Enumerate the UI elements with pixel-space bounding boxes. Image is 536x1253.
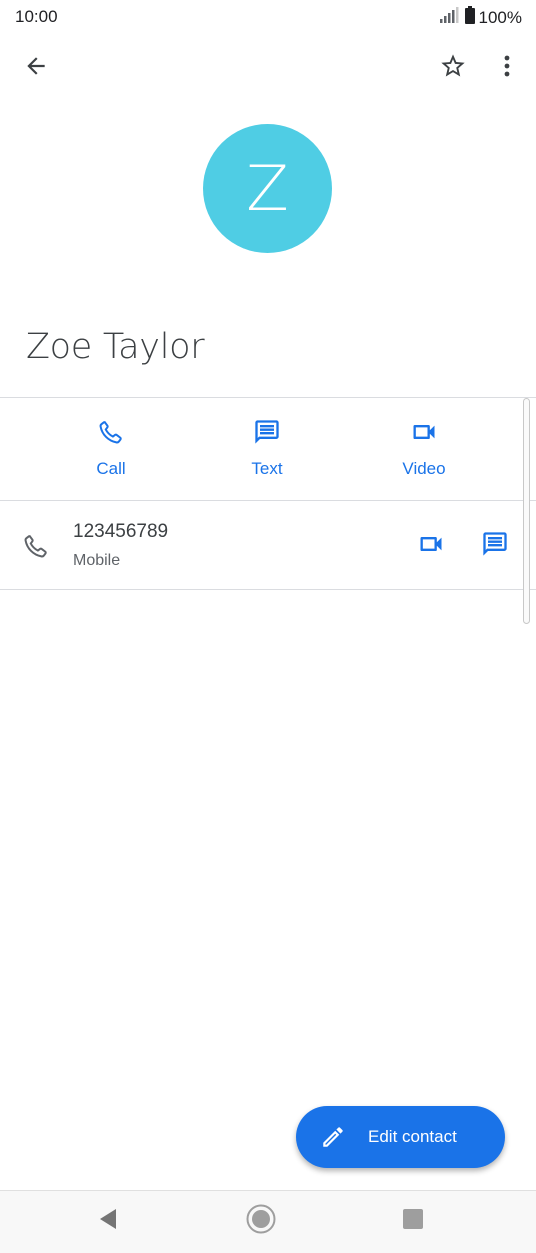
more-options-button[interactable]	[494, 48, 520, 88]
message-icon	[253, 418, 281, 451]
system-navigation-bar	[0, 1190, 536, 1253]
contact-name: Zoe Taylor	[26, 327, 205, 367]
scrollbar[interactable]	[523, 398, 530, 624]
battery-icon	[464, 6, 475, 29]
divider	[0, 397, 536, 398]
video-label: Video	[402, 459, 446, 478]
video-action-button[interactable]: Video	[364, 418, 484, 498]
status-bar: 10:00 100%	[0, 0, 536, 36]
text-label: Text	[251, 459, 283, 478]
battery-percent: 100%	[478, 7, 522, 27]
favorite-button[interactable]	[433, 48, 473, 88]
nav-recents-icon	[402, 1208, 424, 1235]
nav-recents-button[interactable]	[395, 1205, 431, 1237]
edit-contact-label: Edit contact	[368, 1127, 457, 1146]
phone-number: 123456789	[73, 521, 169, 542]
phone-type: Mobile	[73, 552, 121, 569]
edit-contact-button[interactable]: Edit contact	[296, 1106, 505, 1168]
nav-home-button[interactable]	[243, 1203, 279, 1239]
message-number-button[interactable]	[476, 528, 514, 564]
signal-icon	[439, 6, 461, 29]
call-action-button[interactable]: Call	[51, 418, 171, 498]
pencil-icon	[320, 1124, 346, 1150]
message-icon	[481, 530, 509, 563]
nav-home-icon	[245, 1203, 277, 1240]
videocam-icon	[417, 530, 445, 563]
more-vert-icon	[503, 54, 511, 83]
phone-icon	[22, 532, 50, 565]
back-arrow-icon	[23, 53, 49, 84]
divider	[0, 589, 536, 590]
video-call-number-button[interactable]	[412, 528, 450, 564]
phone-entry-row[interactable]	[0, 501, 536, 589]
phone-icon	[97, 418, 125, 451]
videocam-icon	[410, 418, 438, 451]
nav-back-button[interactable]	[90, 1205, 126, 1237]
back-button[interactable]	[16, 50, 56, 86]
contact-avatar: Z	[203, 124, 332, 253]
status-icons: 100%	[439, 6, 522, 29]
avatar-letter: Z	[246, 152, 289, 225]
status-time: 10:00	[15, 7, 58, 26]
nav-back-icon	[98, 1208, 118, 1235]
text-action-button[interactable]: Text	[207, 418, 327, 498]
call-label: Call	[96, 459, 126, 478]
star-outline-icon	[439, 52, 467, 85]
